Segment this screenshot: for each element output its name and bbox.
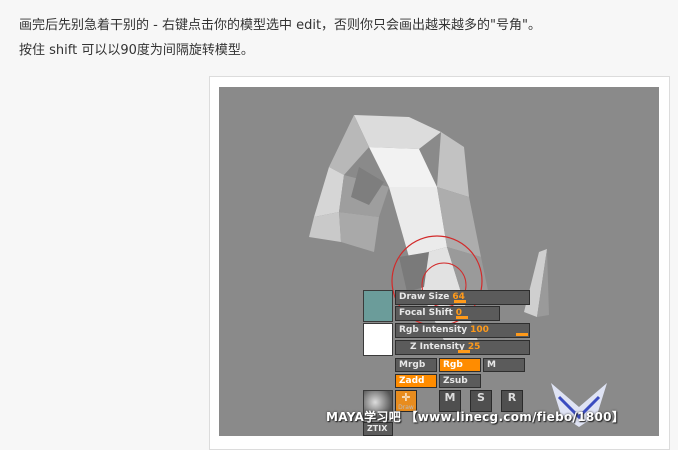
rgb-intensity-slider[interactable]: Rgb Intensity 100 — [395, 323, 530, 338]
zsub-button[interactable]: Zsub — [439, 374, 481, 388]
draw-size-slider[interactable]: Draw Size 64 — [395, 290, 530, 305]
draw-size-label: Draw Size — [399, 292, 450, 302]
rgb-intensity-value: 100 — [470, 325, 489, 335]
article-text-line-2: 按住 shift 可以以90度为间隔旋转模型。 — [19, 43, 254, 58]
zbrush-viewport-screenshot: Draw Size 64 Focal Shift 0 Rgb Intensity 10… — [219, 87, 659, 436]
crosshair-icon: ✛ — [401, 391, 411, 404]
article-text-line-1: 画完后先别急着干别的 - 右键点击你的模型选中 edit，否则你只会画出越来越多… — [19, 18, 542, 33]
z-intensity-slider[interactable]: Z Intensity 25 — [395, 340, 530, 355]
m-button[interactable]: M — [483, 358, 525, 372]
focal-shift-slider[interactable]: Focal Shift 0 — [395, 306, 500, 321]
focal-shift-label: Focal Shift — [399, 308, 453, 318]
watermark-text: MAYA学习吧 【www.linecg.com/fiebo/1800】 — [326, 410, 625, 424]
zadd-button[interactable]: Zadd — [395, 374, 437, 388]
brush-thumbnail[interactable] — [363, 290, 393, 322]
material-thumbnail[interactable] — [363, 323, 393, 356]
rgb-button[interactable]: Rgb — [439, 358, 481, 372]
z-intensity-label: Z Intensity — [410, 342, 465, 352]
rgb-intensity-label: Rgb Intensity — [399, 325, 468, 335]
mrgb-button[interactable]: Mrgb — [395, 358, 437, 372]
